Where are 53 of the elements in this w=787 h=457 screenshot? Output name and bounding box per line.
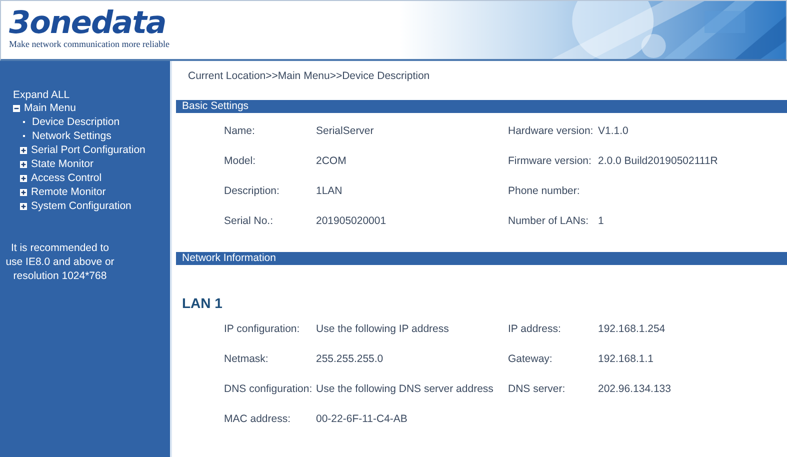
field-value: 2COM	[316, 155, 348, 167]
section-subtitle: LAN 1	[181, 294, 224, 311]
field-label: DNS server:	[508, 383, 566, 395]
plus-icon[interactable]	[20, 146, 27, 154]
menu-item[interactable]: State Monitor	[31, 158, 94, 170]
note-text: It is recommended to	[10, 241, 110, 255]
section-header: Network Information	[176, 252, 787, 265]
field-label: MAC address:	[224, 413, 292, 425]
field-label: Netmask:	[224, 353, 270, 365]
menu-item[interactable]: Device Description	[32, 116, 120, 128]
field-label: Gateway:	[508, 353, 554, 365]
field-label: Number of LANs:	[508, 215, 590, 227]
menu-item[interactable]: System Configuration	[31, 200, 132, 212]
field-value: V1.1.0	[598, 125, 630, 137]
plus-icon[interactable]	[20, 174, 27, 182]
field-label: IP address:	[508, 323, 562, 335]
field-value: 00-22-6F-11-C4-AB	[316, 413, 408, 425]
section-header: Basic Settings	[176, 100, 787, 113]
field-label: Model:	[224, 155, 257, 167]
field-value: SerialServer	[316, 125, 375, 137]
field-value: 201905020001	[316, 215, 388, 227]
field-label: Serial No.:	[224, 215, 274, 227]
field-label: Description:	[224, 185, 280, 197]
field-label: Hardware version:	[508, 125, 594, 137]
menu-item[interactable]: Serial Port Configuration	[31, 144, 146, 156]
note-text: resolution 1024*768	[13, 269, 107, 283]
expand-all-link[interactable]: Expand ALL	[13, 89, 70, 101]
field-label: DNS configuration:	[224, 383, 314, 395]
menu-item[interactable]: Remote Monitor	[31, 186, 106, 198]
menu-item[interactable]: Network Settings	[32, 130, 112, 142]
field-value: 192.168.1.1	[598, 353, 654, 365]
field-value: 192.168.1.254	[598, 323, 666, 335]
logo: 3onedata	[9, 7, 166, 39]
field-value: 202.96.134.133	[598, 383, 672, 395]
field-label: Phone number:	[508, 185, 581, 197]
field-value: 2.0.0 Build20190502111R	[598, 155, 719, 167]
field-label: IP configuration:	[224, 323, 301, 335]
field-value: Use the following IP address	[316, 323, 450, 335]
field-value: 255.255.255.0	[316, 353, 384, 365]
breadcrumb: Current Location>>Main Menu>>Device Description	[187, 69, 431, 84]
menu-item[interactable]: Main Menu	[24, 102, 76, 114]
plus-icon[interactable]	[20, 160, 27, 168]
minus-icon[interactable]	[13, 104, 20, 112]
field-value: Use the following DNS server address	[316, 383, 494, 395]
field-label: Firmware version:	[508, 155, 592, 167]
field-value: 1LAN	[316, 185, 344, 197]
field-label: Name:	[224, 125, 256, 137]
plus-icon[interactable]	[20, 202, 27, 210]
plus-icon[interactable]	[20, 188, 27, 196]
menu-item[interactable]: Access Control	[31, 172, 102, 184]
note-text: use IE8.0 and above or	[6, 255, 114, 269]
field-value: 1	[598, 215, 605, 227]
slogan: Make network communication more reliable	[9, 39, 170, 49]
